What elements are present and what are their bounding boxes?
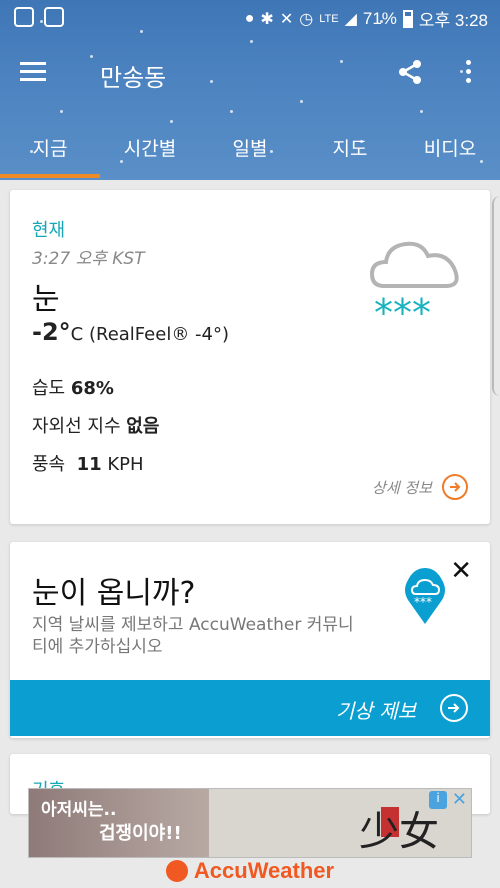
ad-close-icon[interactable]: ✕	[452, 789, 467, 810]
brand-name: AccuWeather	[193, 858, 335, 883]
condition-text: 눈	[32, 282, 60, 317]
sun-logo-icon	[165, 860, 188, 882]
side-panel-handle[interactable]	[492, 196, 500, 396]
network-type: LTE	[319, 12, 339, 25]
ad-banner[interactable]: 아저씨는.. 겁쟁이야!! 少女 i ✕	[28, 788, 472, 858]
observation-time: 3:27 오후 KST	[32, 249, 145, 269]
snow-pin-icon: ***	[405, 568, 445, 624]
uv-row: 자외선 지수 없음	[32, 412, 159, 438]
wind-row: 풍속 11 KPH	[32, 450, 144, 476]
temperature-value: -2°	[32, 318, 71, 346]
tab-bar: 지금 시간별 일별 지도 비디오	[0, 126, 500, 180]
mute-icon: ✕	[279, 10, 294, 28]
current-label: 현재	[32, 220, 66, 241]
details-label: 상세 정보	[372, 478, 432, 497]
more-options-icon[interactable]	[464, 60, 472, 84]
battery-percent: 71%	[362, 8, 397, 28]
uv-value: 없음	[126, 416, 160, 437]
humidity-row: 습도 68%	[32, 374, 114, 400]
temperature-unit: C	[70, 324, 84, 345]
location-icon: ●	[244, 9, 255, 27]
uv-label: 자외선 지수	[32, 416, 121, 437]
notification-app-icon	[14, 7, 34, 27]
tab-daily[interactable]: 일별	[200, 126, 300, 180]
clock: 오후 3:28	[418, 11, 488, 30]
tab-hourly[interactable]: 시간별	[100, 126, 200, 180]
arrow-right-icon	[440, 694, 468, 722]
tab-map[interactable]: 지도	[300, 126, 400, 180]
ad-text-line1: 아저씨는..	[41, 800, 117, 820]
svg-text:***: ***	[414, 595, 432, 609]
details-link[interactable]: 상세 정보	[372, 474, 468, 500]
accuweather-logo: AccuWeather	[165, 858, 335, 884]
report-weather-button[interactable]: 기상 제보	[10, 680, 490, 736]
share-icon[interactable]	[396, 58, 424, 86]
report-title: 눈이 옵니까?	[32, 576, 196, 611]
report-description: 지역 날씨를 제보하고 AccuWeather 커뮤니티에 추가하십시오	[32, 615, 354, 657]
wind-value: 11	[76, 454, 102, 475]
wind-label: 풍속	[32, 454, 66, 475]
tab-video[interactable]: 비디오	[400, 126, 500, 180]
arrow-right-icon	[442, 474, 468, 500]
humidity-value: 68%	[70, 378, 114, 399]
ad-art-text: 少女	[359, 809, 439, 855]
bluetooth-icon: ✱	[260, 10, 274, 28]
status-bar: ● ✱ ✕ ◷ LTE ◢ 71% 오후 3:28	[0, 0, 500, 36]
realfeel-text: (RealFeel® -4°)	[88, 324, 230, 345]
signal-icon: ◢	[344, 10, 357, 28]
ad-text-line2: 겁쟁이야!!	[99, 823, 182, 844]
menu-icon[interactable]	[20, 62, 46, 82]
weather-report-card: 눈이 옵니까? 지역 날씨를 제보하고 AccuWeather 커뮤니티에 추가…	[10, 542, 490, 738]
svg-text:***: ***	[374, 291, 431, 328]
header: ● ✱ ✕ ◷ LTE ◢ 71% 오후 3:28 만송동 지금 시간별 일별 …	[0, 0, 500, 180]
current-conditions-card[interactable]: 현재 3:27 오후 KST 눈 -2°C (RealFeel® -4°) 습도…	[10, 190, 490, 524]
snow-cloud-icon: ***	[369, 241, 459, 328]
temperature-row: -2°C (RealFeel® -4°)	[32, 318, 229, 346]
brand-footer: AccuWeather	[0, 858, 500, 888]
wind-unit: KPH	[107, 454, 144, 475]
alarm-icon: ◷	[299, 10, 314, 28]
close-icon[interactable]: ✕	[450, 556, 472, 586]
location-title[interactable]: 만송동	[100, 58, 166, 93]
battery-icon	[402, 9, 413, 28]
toolbar: 만송동	[0, 44, 500, 100]
ad-info-icon[interactable]: i	[429, 791, 447, 809]
tab-now[interactable]: 지금	[0, 126, 100, 180]
gallery-notification-icon	[44, 7, 64, 27]
humidity-label: 습도	[32, 378, 66, 399]
report-button-label: 기상 제보	[336, 699, 416, 723]
